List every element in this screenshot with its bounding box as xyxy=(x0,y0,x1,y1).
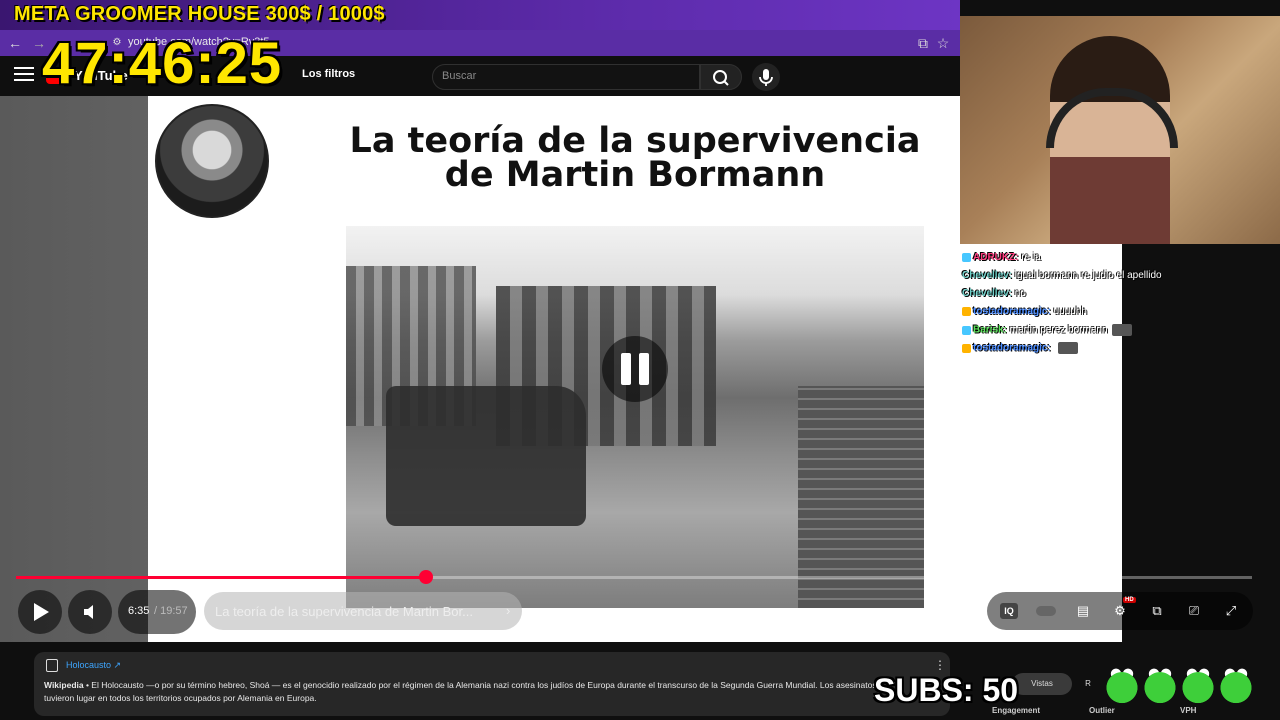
chevron-right-icon: › xyxy=(506,603,511,618)
hamburger-menu-icon[interactable] xyxy=(14,67,34,83)
chat-username[interactable]: Chevellev: xyxy=(962,270,1012,281)
ruins-photo xyxy=(346,226,924,608)
chat-text: re ia xyxy=(1018,252,1041,263)
search-button[interactable] xyxy=(700,64,742,90)
search-icon xyxy=(713,70,729,86)
more-options-icon[interactable]: ⋮ xyxy=(934,658,946,672)
total-time: / 19:57 xyxy=(154,605,188,617)
stream-timer: 47:46:25 xyxy=(42,31,283,96)
chat-message: ADRUKZ: re ia xyxy=(962,252,1182,270)
voice-search-button[interactable] xyxy=(752,63,780,91)
chat-username[interactable]: Barisk: xyxy=(973,325,1007,336)
back-arrow-icon[interactable]: ← xyxy=(6,34,24,52)
info-panel-link[interactable]: Holocausto ↗ xyxy=(66,660,121,671)
cast-icon[interactable]: ⎚ xyxy=(1185,603,1203,619)
tab-views[interactable]: Vistas xyxy=(1012,673,1072,695)
progress-fill xyxy=(16,576,426,579)
chat-message: tostadoramagic: xyxy=(962,342,1182,360)
chat-text: igual bormann re judio el apellido xyxy=(1012,270,1162,281)
chat-text: martin perez bormann xyxy=(1006,324,1108,336)
chat-badge-icon xyxy=(962,252,971,262)
fullscreen-icon[interactable]: ⤢ xyxy=(1222,603,1240,619)
settings-gear-icon[interactable]: ⚙ xyxy=(1111,603,1129,619)
document-icon xyxy=(46,659,58,672)
microphone-icon xyxy=(759,69,773,86)
volume-button[interactable] xyxy=(68,590,112,634)
slide-title-line2: de Martin Bormann xyxy=(444,155,826,195)
iq-extension-icon[interactable]: IQ xyxy=(1000,603,1018,619)
chat-text: no xyxy=(1012,288,1026,299)
chat-emote-icon xyxy=(1111,324,1132,336)
banner-text: META GROOMER HOUSE 300$ / 1000$ xyxy=(14,3,385,25)
hd-badge: HD xyxy=(1123,597,1136,603)
filters-button[interactable]: Los filtros xyxy=(302,68,355,80)
chat-username[interactable]: tostadoramagic: xyxy=(973,306,1051,317)
play-icon xyxy=(34,603,49,621)
vph-label: VPH xyxy=(1180,706,1197,715)
play-button[interactable] xyxy=(18,590,62,634)
chat-message: Barisk: martin perez bormann xyxy=(962,324,1182,342)
webcam-feed xyxy=(960,16,1280,244)
chat-overlay: ADRUKZ: re ia Chevellev: igual bormann re… xyxy=(962,252,1182,360)
autoplay-toggle[interactable] xyxy=(1036,606,1056,616)
chat-emote-icon xyxy=(1057,342,1078,354)
chat-text xyxy=(1051,343,1054,354)
current-time: 6:35 xyxy=(128,605,150,617)
pause-indicator-icon[interactable] xyxy=(602,336,668,402)
search-placeholder: Buscar xyxy=(442,70,477,82)
frog-emote-icon xyxy=(1102,660,1142,706)
install-icon[interactable]: ⧉ xyxy=(914,34,932,52)
chat-message: tostadoramagic: uuuuhh xyxy=(962,306,1182,324)
chat-text: uuuuhh xyxy=(1050,306,1087,317)
info-panel-text: Wikipedia • El Holocausto —o por su térm… xyxy=(44,679,884,705)
miniplayer-icon[interactable]: ⧉ xyxy=(1148,603,1166,619)
frog-emote-icon xyxy=(1216,660,1256,706)
bookmark-star-icon[interactable]: ☆ xyxy=(934,34,952,52)
chat-message: Chevellev: no xyxy=(962,288,1182,306)
volume-icon xyxy=(84,605,93,619)
chat-username[interactable]: tostadoramagic: xyxy=(973,343,1051,354)
progress-scrubber[interactable] xyxy=(419,570,433,584)
slide-title-line1: La teoría de la supervivencia xyxy=(349,121,921,161)
frog-emote-icon xyxy=(1140,660,1180,706)
outlier-label: Outlier xyxy=(1089,706,1115,715)
chat-username[interactable]: ADRUKZ: xyxy=(973,252,1019,263)
tab-r[interactable]: R xyxy=(1078,673,1098,695)
slide-title: La teoría de la supervivencia de Martin … xyxy=(340,121,930,195)
portrait-photo xyxy=(155,104,269,218)
chat-badge-icon xyxy=(962,343,971,353)
subs-counter: SUBS: 50 xyxy=(874,672,1019,708)
info-source: Wikipedia xyxy=(44,680,84,690)
chat-username[interactable]: Chevellev: xyxy=(962,288,1012,299)
chapter-title: La teoría de la supervivencia de Martin … xyxy=(215,604,473,619)
chat-message: Chevellev: igual bormann re judio el ape… xyxy=(962,270,1182,288)
chat-badge-icon xyxy=(962,325,971,335)
frog-emote-icon xyxy=(1178,660,1218,706)
chat-badge-icon xyxy=(962,306,971,316)
subtitles-icon[interactable]: ▤ xyxy=(1074,603,1092,619)
info-description: • El Holocausto —o por su término hebreo… xyxy=(44,680,877,703)
